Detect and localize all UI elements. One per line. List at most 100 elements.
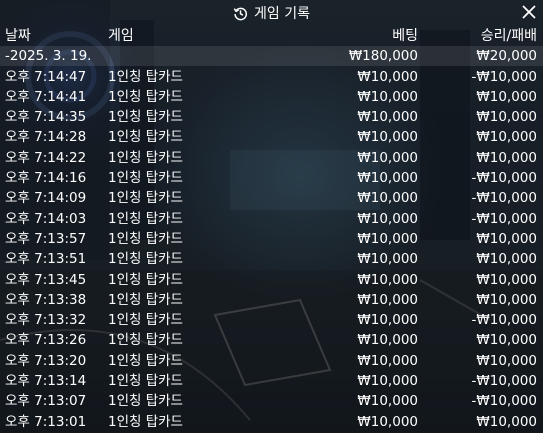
table-row[interactable]: 오후 7:13:51 1인칭 탑카드 ₩10,000 ₩10,000 — [0, 249, 543, 269]
row-result: ₩10,000 — [476, 413, 537, 430]
row-bet: ₩10,000 — [357, 393, 418, 410]
row-result: ₩10,000 — [476, 129, 537, 146]
row-game: 1인칭 탑카드 — [108, 68, 183, 85]
row-bet: ₩10,000 — [357, 230, 418, 247]
row-game: 1인칭 탑카드 — [108, 332, 183, 349]
row-result: -₩10,000 — [471, 68, 537, 85]
row-game: 1인칭 탑카드 — [108, 251, 183, 268]
table-row[interactable]: 오후 7:14:09 1인칭 탑카드 ₩10,000 -₩10,000 — [0, 188, 543, 208]
row-bet: ₩10,000 — [357, 210, 418, 227]
row-game: 1인칭 탑카드 — [108, 291, 183, 308]
row-time: 오후 7:13:51 — [5, 251, 87, 268]
table-row[interactable]: 오후 7:14:16 1인칭 탑카드 ₩10,000 -₩10,000 — [0, 168, 543, 188]
row-game: 1인칭 탑카드 — [108, 190, 183, 207]
row-result: ₩10,000 — [476, 291, 537, 308]
row-game: 1인칭 탑카드 — [108, 170, 183, 186]
row-game: 1인칭 탑카드 — [108, 393, 183, 410]
table-row[interactable]: 오후 7:14:03 1인칭 탑카드 ₩10,000 -₩10,000 — [0, 209, 543, 229]
row-bet: ₩10,000 — [357, 170, 418, 186]
date-summary-row[interactable]: -2025. 3. 19. ₩180,000 ₩20,000 — [0, 46, 543, 67]
row-game: 1인칭 탑카드 — [108, 88, 183, 105]
row-game: 1인칭 탑카드 — [108, 312, 183, 329]
row-result: ₩10,000 — [476, 271, 537, 288]
row-game: 1인칭 탑카드 — [108, 109, 183, 126]
close-icon — [522, 5, 536, 19]
row-time: 오후 7:13:57 — [5, 230, 87, 247]
row-time: 오후 7:13:01 — [5, 413, 87, 430]
table-row[interactable]: 오후 7:13:01 1인칭 탑카드 ₩10,000 ₩10,000 — [0, 412, 543, 432]
row-result: ₩10,000 — [476, 352, 537, 369]
history-icon — [233, 6, 248, 21]
row-result: ₩10,000 — [476, 149, 537, 166]
row-bet: ₩10,000 — [357, 190, 418, 207]
row-result: -₩10,000 — [471, 393, 537, 410]
summary-winloss: ₩20,000 — [476, 48, 537, 64]
row-result: -₩10,000 — [471, 170, 537, 186]
row-time: 오후 7:13:26 — [5, 332, 87, 349]
row-result: ₩10,000 — [476, 251, 537, 268]
row-time: 오후 7:13:32 — [5, 312, 87, 329]
row-time: 오후 7:14:03 — [5, 210, 87, 227]
row-bet: ₩10,000 — [357, 251, 418, 268]
header-bet: 베팅 — [392, 28, 418, 44]
table-row[interactable]: 오후 7:14:35 1인칭 탑카드 ₩10,000 ₩10,000 — [0, 107, 543, 127]
summary-bet: ₩180,000 — [348, 48, 418, 64]
row-time: 오후 7:13:07 — [5, 393, 87, 410]
table-row[interactable]: 오후 7:13:20 1인칭 탑카드 ₩10,000 ₩10,000 — [0, 351, 543, 371]
table-row[interactable]: 오후 7:13:32 1인칭 탑카드 ₩10,000 -₩10,000 — [0, 310, 543, 330]
row-result: ₩10,000 — [476, 109, 537, 126]
summary-date: -2025. 3. 19. — [5, 48, 92, 64]
row-time: 오후 7:14:16 — [5, 170, 87, 186]
header-date: 날짜 — [5, 28, 31, 44]
row-time: 오후 7:14:09 — [5, 190, 87, 207]
row-bet: ₩10,000 — [357, 149, 418, 166]
row-result: ₩10,000 — [476, 230, 537, 247]
row-game: 1인칭 탑카드 — [108, 352, 183, 369]
row-result: ₩10,000 — [476, 332, 537, 349]
row-result: -₩10,000 — [471, 190, 537, 207]
row-bet: ₩10,000 — [357, 352, 418, 369]
row-time: 오후 7:13:45 — [5, 271, 87, 288]
row-game: 1인칭 탑카드 — [108, 210, 183, 227]
row-result: ₩10,000 — [476, 88, 537, 105]
row-time: 오후 7:14:28 — [5, 129, 87, 146]
game-history-panel: 게임 기록 날짜 게임 베팅 승리/패배 -2025. 3. 19. ₩180,… — [0, 0, 543, 433]
row-result: -₩10,000 — [471, 312, 537, 329]
table-row[interactable]: 오후 7:13:45 1인칭 탑카드 ₩10,000 ₩10,000 — [0, 270, 543, 290]
row-bet: ₩10,000 — [357, 291, 418, 308]
table-header: 날짜 게임 베팅 승리/패배 — [0, 26, 543, 46]
row-bet: ₩10,000 — [357, 373, 418, 389]
table-row[interactable]: 오후 7:13:38 1인칭 탑카드 ₩10,000 ₩10,000 — [0, 290, 543, 310]
table-row[interactable]: 오후 7:14:22 1인칭 탑카드 ₩10,000 ₩10,000 — [0, 148, 543, 168]
row-time: 오후 7:14:22 — [5, 149, 87, 166]
row-time: 오후 7:14:35 — [5, 109, 87, 126]
row-result: -₩10,000 — [471, 373, 537, 389]
title-bar: 게임 기록 — [0, 0, 543, 26]
row-game: 1인칭 탑카드 — [108, 373, 183, 389]
title-wrap: 게임 기록 — [233, 3, 310, 23]
row-bet: ₩10,000 — [357, 129, 418, 146]
row-game: 1인칭 탑카드 — [108, 230, 183, 247]
row-time: 오후 7:14:47 — [5, 68, 87, 85]
table-row[interactable]: 오후 7:14:28 1인칭 탑카드 ₩10,000 ₩10,000 — [0, 127, 543, 147]
table-row[interactable]: 오후 7:14:47 1인칭 탑카드 ₩10,000 -₩10,000 — [0, 67, 543, 87]
row-game: 1인칭 탑카드 — [108, 271, 183, 288]
table-row[interactable]: 오후 7:13:26 1인칭 탑카드 ₩10,000 ₩10,000 — [0, 330, 543, 350]
table-row[interactable]: 오후 7:13:07 1인칭 탑카드 ₩10,000 -₩10,000 — [0, 391, 543, 411]
row-result: -₩10,000 — [471, 210, 537, 227]
header-game: 게임 — [108, 28, 134, 44]
table-row[interactable]: 오후 7:14:41 1인칭 탑카드 ₩10,000 ₩10,000 — [0, 87, 543, 107]
table-row[interactable]: 오후 7:13:14 1인칭 탑카드 ₩10,000 -₩10,000 — [0, 371, 543, 391]
header-winloss: 승리/패배 — [480, 28, 537, 44]
row-bet: ₩10,000 — [357, 109, 418, 126]
row-time: 오후 7:13:20 — [5, 352, 87, 369]
row-game: 1인칭 탑카드 — [108, 149, 183, 166]
row-bet: ₩10,000 — [357, 413, 418, 430]
row-bet: ₩10,000 — [357, 271, 418, 288]
panel-title: 게임 기록 — [254, 6, 310, 22]
row-time: 오후 7:14:41 — [5, 88, 87, 105]
row-bet: ₩10,000 — [357, 88, 418, 105]
table-row[interactable]: 오후 7:13:57 1인칭 탑카드 ₩10,000 ₩10,000 — [0, 229, 543, 249]
close-button[interactable] — [519, 2, 539, 22]
row-game: 1인칭 탑카드 — [108, 413, 183, 430]
